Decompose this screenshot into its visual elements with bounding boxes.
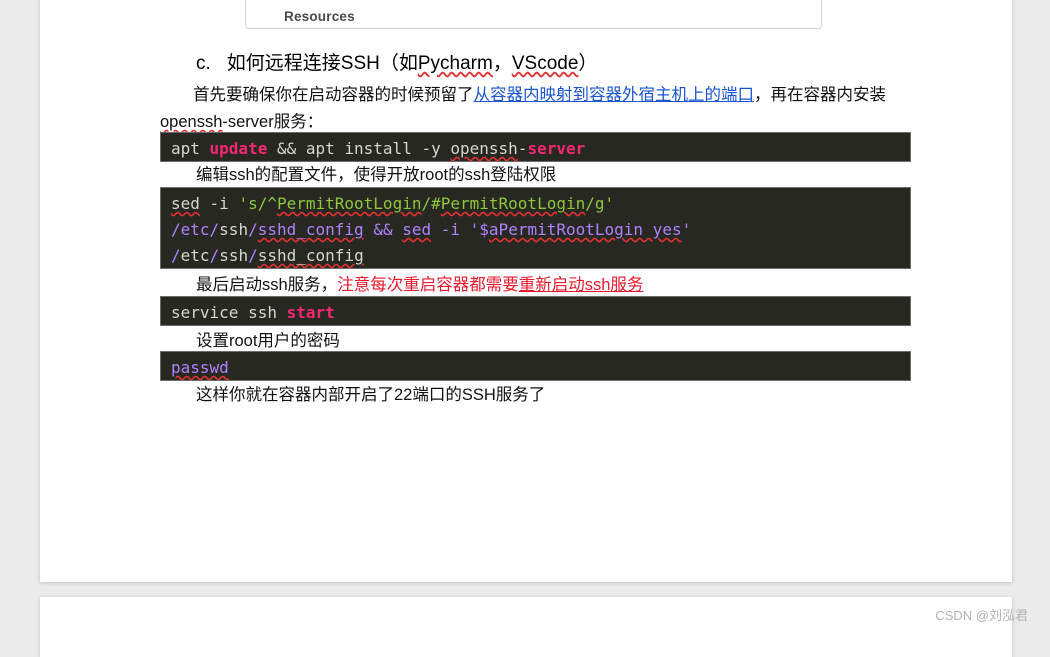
note-conclusion: 这样你就在容器内部开启了22端口的SSH服务了: [196, 381, 545, 405]
code-spell-sed-2: sed: [402, 220, 431, 239]
heading-spell-pycharm: Pycharm: [418, 53, 493, 74]
note-start-red-underlined: 重新启动ssh服务: [519, 276, 644, 294]
note-set-password: 设置root用户的密码: [196, 327, 340, 351]
figure-resources-label: Resources: [284, 9, 355, 24]
csdn-watermark: CSDN @刘泓君: [935, 605, 1028, 624]
code-spell-sed-1: sed: [171, 194, 200, 213]
intro-spell-openssh: openssh: [160, 113, 222, 131]
note-edit-config: 编辑ssh的配置文件，使得开放root的ssh登陆权限: [196, 161, 556, 185]
code-block-apt-install: apt update && apt install -y openssh-ser…: [160, 132, 911, 162]
section-heading: c. 如何远程连接SSH（如Pycharm，VScode）: [196, 48, 597, 75]
code-block-service-ssh-start: service ssh start: [160, 296, 911, 326]
note-start-red-plain: 注意每次重启容器都需要: [337, 276, 519, 294]
code-keyword-update: update: [210, 139, 268, 158]
code-keyword-start: start: [287, 303, 335, 322]
heading-text-before: 如何远程连接SSH（如: [227, 53, 418, 74]
note-start-black: 最后启动ssh服务，: [196, 276, 337, 294]
intro-paragraph: 首先要确保你在启动容器的时候预留了从容器内映射到容器外宿主机上的端口，再在容器内…: [160, 82, 912, 136]
code-keyword-server: server: [527, 139, 585, 158]
document-page-next: [40, 597, 1012, 657]
code-command-passwd: passwd: [171, 358, 229, 377]
port-mapping-link[interactable]: 从容器内映射到容器外宿主机上的端口: [474, 86, 755, 104]
intro-part-3: -server服务：: [222, 113, 323, 131]
note-start-service: 最后启动ssh服务，注意每次重启容器都需要重新启动ssh服务: [196, 271, 643, 295]
embedded-screenshot-figure: Resources 0.0000: [245, 0, 822, 29]
intro-part-1: 首先要确保你在启动容器的时候预留了: [193, 86, 474, 104]
heading-text-after: ）: [578, 53, 597, 74]
code-spell-openssh: openssh: [450, 139, 517, 158]
intro-part-2: ，再在容器内安装: [754, 86, 886, 104]
code-block-sed-permitrootlogin: sed -i 's/^PermitRootLogin/#PermitRootLo…: [160, 187, 911, 269]
heading-spell-vscode: VScode: [512, 53, 579, 74]
heading-marker: c.: [196, 53, 211, 74]
code-block-passwd: passwd: [160, 351, 911, 381]
note-start-red: 注意每次重启容器都需要重新启动ssh服务: [337, 276, 643, 294]
heading-separator: ，: [493, 53, 512, 74]
